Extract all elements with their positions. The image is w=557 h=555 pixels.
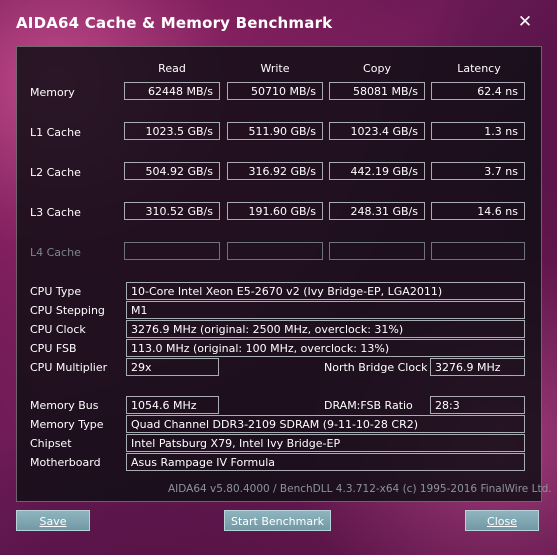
chipset-value: Intel Patsburg X79, Intel Ivy Bridge-EP — [126, 434, 525, 452]
save-button-label: Save — [39, 515, 67, 528]
row-label-l4: L4 Cache — [30, 246, 81, 259]
l4-latency-value — [431, 242, 525, 260]
cpu-clock-value: 3276.9 MHz (original: 2500 MHz, overcloc… — [126, 320, 525, 338]
l3-copy-value: 248.31 GB/s — [329, 202, 425, 220]
start-benchmark-label: Start Benchmark — [230, 515, 325, 528]
l2-write-value: 316.92 GB/s — [227, 162, 323, 180]
l3-read-value: 310.52 GB/s — [124, 202, 220, 220]
l1-read-value: 1023.5 GB/s — [124, 122, 220, 140]
close-button[interactable]: Close — [465, 510, 539, 531]
column-header-read: Read — [158, 62, 186, 75]
cpu-clock-label: CPU Clock — [30, 323, 86, 336]
row-label-memory: Memory — [30, 86, 75, 99]
memory-type-label: Memory Type — [30, 418, 104, 431]
l1-copy-value: 1023.4 GB/s — [329, 122, 425, 140]
l2-latency-value: 3.7 ns — [431, 162, 525, 180]
memory-copy-value: 58081 MB/s — [329, 82, 425, 100]
l2-copy-value: 442.19 GB/s — [329, 162, 425, 180]
l2-read-value: 504.92 GB/s — [124, 162, 220, 180]
cpu-multiplier-value: 29x — [126, 358, 219, 376]
window-title: AIDA64 Cache & Memory Benchmark — [16, 14, 333, 32]
chipset-label: Chipset — [30, 437, 72, 450]
north-bridge-clock-value: 3276.9 MHz — [430, 358, 525, 376]
memory-write-value: 50710 MB/s — [227, 82, 323, 100]
row-label-l1: L1 Cache — [30, 126, 81, 139]
row-label-l3: L3 Cache — [30, 206, 81, 219]
title-bar: AIDA64 Cache & Memory Benchmark ✕ — [0, 0, 557, 46]
motherboard-label: Motherboard — [30, 456, 101, 469]
memory-latency-value: 62.4 ns — [431, 82, 525, 100]
save-button[interactable]: Save — [16, 510, 90, 531]
cpu-multiplier-label: CPU Multiplier — [30, 361, 108, 374]
memory-bus-value: 1054.6 MHz — [126, 396, 219, 414]
close-icon[interactable]: ✕ — [510, 10, 540, 34]
cpu-fsb-value: 113.0 MHz (original: 100 MHz, overclock:… — [126, 339, 525, 357]
cpu-stepping-label: CPU Stepping — [30, 304, 105, 317]
column-header-write: Write — [260, 62, 290, 75]
memory-type-value: Quad Channel DDR3-2109 SDRAM (9-11-10-28… — [126, 415, 525, 433]
column-header-latency: Latency — [457, 62, 501, 75]
l3-latency-value: 14.6 ns — [431, 202, 525, 220]
cpu-stepping-value: M1 — [126, 301, 525, 319]
column-header-copy: Copy — [363, 62, 391, 75]
cpu-type-value: 10-Core Intel Xeon E5-2670 v2 (Ivy Bridg… — [126, 282, 525, 300]
memory-bus-label: Memory Bus — [30, 399, 99, 412]
close-button-label: Close — [487, 515, 517, 528]
dram-fsb-ratio-value: 28:3 — [430, 396, 525, 414]
dram-fsb-ratio-label: DRAM:FSB Ratio — [324, 399, 413, 412]
cpu-type-label: CPU Type — [30, 285, 82, 298]
l4-copy-value — [329, 242, 425, 260]
memory-read-value: 62448 MB/s — [124, 82, 220, 100]
version-footer: AIDA64 v5.80.4000 / BenchDLL 4.3.712-x64… — [168, 483, 552, 495]
l4-write-value — [227, 242, 323, 260]
cpu-fsb-label: CPU FSB — [30, 342, 77, 355]
start-benchmark-button[interactable]: Start Benchmark — [224, 510, 331, 531]
l3-write-value: 191.60 GB/s — [227, 202, 323, 220]
l1-write-value: 511.90 GB/s — [227, 122, 323, 140]
l4-read-value — [124, 242, 220, 260]
l1-latency-value: 1.3 ns — [431, 122, 525, 140]
north-bridge-clock-label: North Bridge Clock — [324, 361, 428, 374]
motherboard-value: Asus Rampage IV Formula — [126, 453, 525, 471]
row-label-l2: L2 Cache — [30, 166, 81, 179]
